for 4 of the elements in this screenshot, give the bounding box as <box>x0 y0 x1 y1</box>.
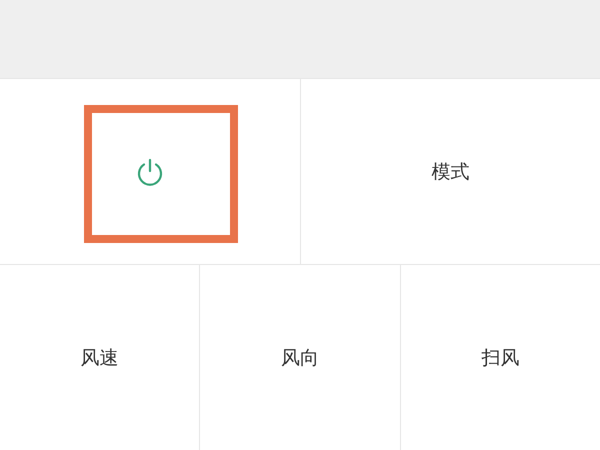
mode-label[interactable]: 模式 <box>431 158 470 184</box>
control-label[interactable]: 风向 <box>280 344 319 370</box>
control-label[interactable]: 风速 <box>80 344 119 370</box>
control-label[interactable]: 扫风 <box>481 344 520 370</box>
